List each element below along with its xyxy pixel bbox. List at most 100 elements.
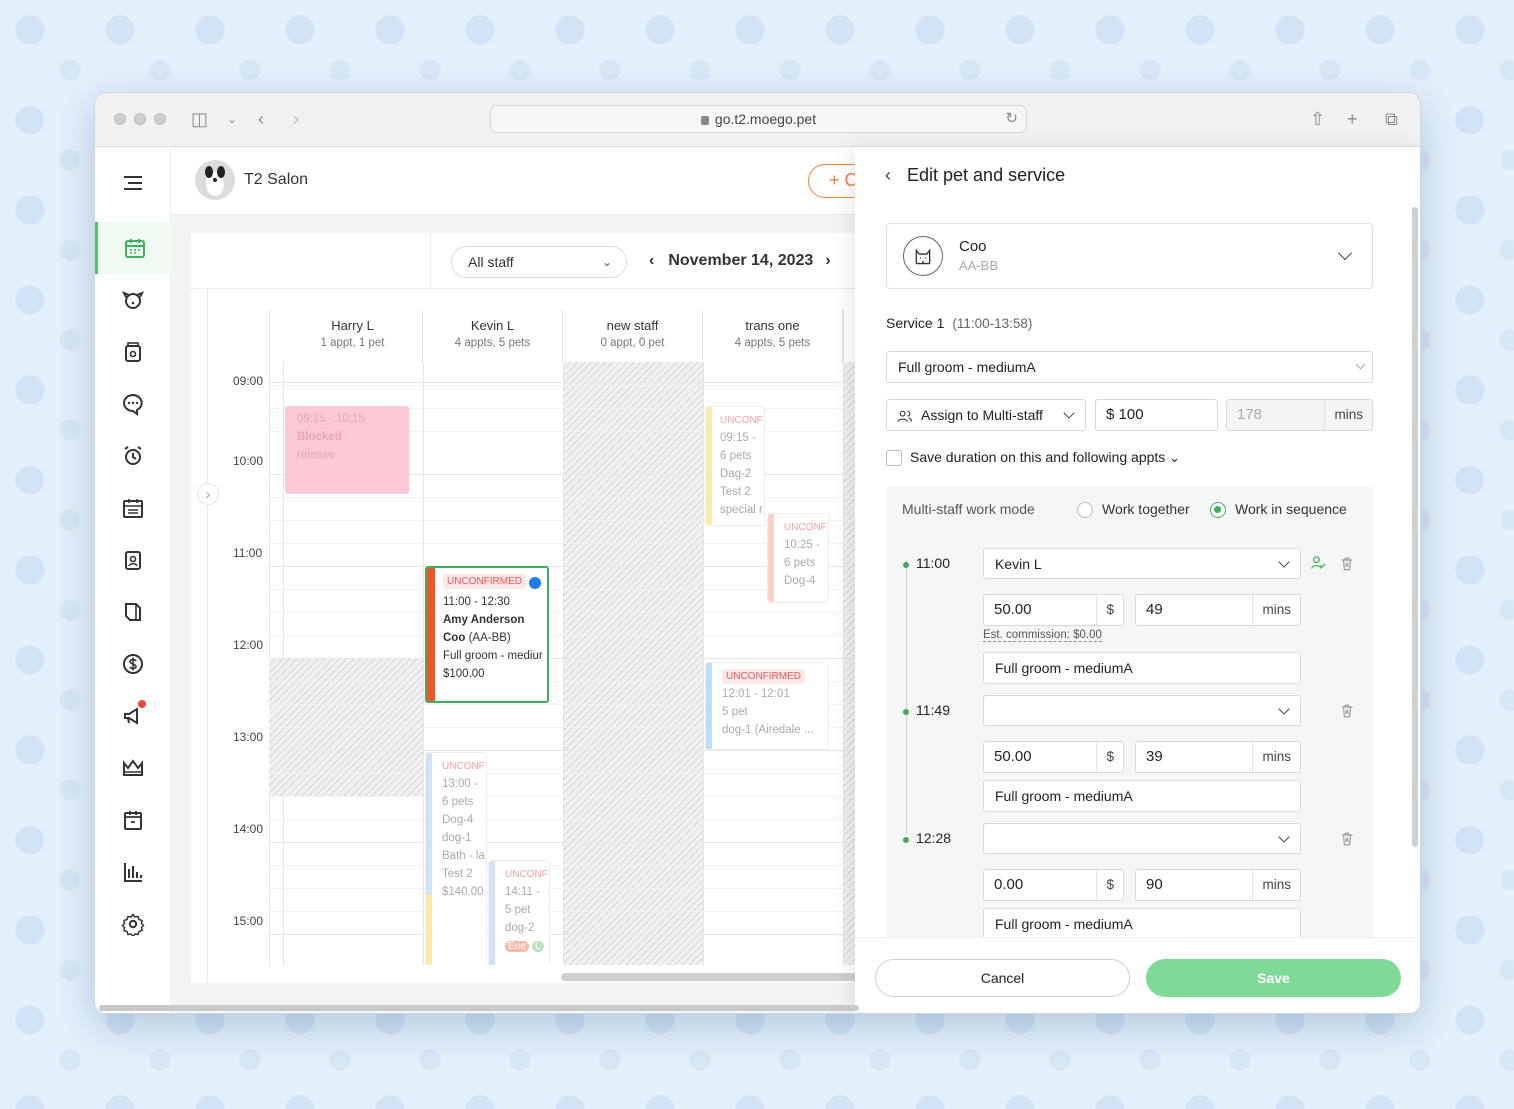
panel-scrollbar[interactable] bbox=[1412, 207, 1418, 847]
trash-icon[interactable] bbox=[1340, 831, 1354, 846]
staff-column-header[interactable]: Harry L 1 appt, 1 pet bbox=[283, 310, 423, 362]
appointment-card[interactable]: UNCONF 14:11 - 5 pet dog-2 Ene L bbox=[488, 860, 550, 965]
tabs-overview-icon[interactable]: ⧉ bbox=[1385, 109, 1398, 129]
duration-input[interactable]: 178 mins bbox=[1226, 399, 1373, 431]
work-in-sequence-label[interactable]: Work in sequence bbox=[1235, 501, 1347, 517]
current-date[interactable]: November 14, 2023 bbox=[668, 247, 813, 275]
trash-icon[interactable] bbox=[1340, 703, 1354, 718]
staff-filter-select[interactable]: All staff ⌄ bbox=[451, 246, 627, 278]
appt-time: 09:15 - bbox=[720, 432, 756, 444]
sidebar-toggle-icon[interactable]: ◫ bbox=[191, 109, 208, 129]
tag-chip: L bbox=[532, 941, 544, 952]
assign-multistaff-button[interactable]: Assign to Multi-staff bbox=[886, 399, 1086, 431]
save-button[interactable]: Save bbox=[1146, 959, 1401, 997]
sidebar-item-messages[interactable] bbox=[95, 378, 171, 430]
sidebar-item-products[interactable] bbox=[95, 326, 171, 378]
info-icon bbox=[529, 577, 541, 589]
chevron-down-icon bbox=[1278, 556, 1290, 568]
segment-service-input[interactable]: Full groom - mediumA bbox=[983, 908, 1301, 940]
segment-duration-input[interactable]: 90 mins bbox=[1135, 869, 1301, 901]
service-select[interactable]: Full groom - mediumA bbox=[886, 351, 1373, 383]
sidebar-item-clients[interactable] bbox=[95, 534, 171, 586]
menu-icon[interactable] bbox=[95, 157, 171, 209]
sidebar-item-calendar[interactable] bbox=[95, 222, 171, 274]
segment-duration-input[interactable]: 49 mins bbox=[1135, 594, 1301, 626]
price-input[interactable]: $ 100 bbox=[1095, 399, 1218, 431]
segment-price-input[interactable]: 0.00 $ bbox=[983, 869, 1124, 901]
chevron-down-icon[interactable]: ⌄ bbox=[227, 109, 237, 129]
expand-panel-icon[interactable]: › bbox=[197, 483, 219, 505]
staff-select-value: Kevin L bbox=[995, 556, 1042, 572]
segment-duration-input[interactable]: 39 mins bbox=[1135, 741, 1301, 773]
staff-summary: 4 appts, 5 pets bbox=[734, 337, 811, 349]
gear-icon bbox=[121, 913, 145, 936]
sidebar-item-settings[interactable] bbox=[95, 898, 171, 950]
minimize-window-button[interactable] bbox=[134, 113, 146, 125]
date-navigator: ‹ November 14, 2023 › bbox=[649, 247, 831, 275]
sidebar-item-membership[interactable] bbox=[95, 742, 171, 794]
pet-selector[interactable]: Coo AA-BB bbox=[886, 223, 1373, 289]
save-duration-label[interactable]: Save duration on this and following appt… bbox=[910, 449, 1180, 466]
share-icon[interactable]: ⇧ bbox=[1310, 109, 1325, 129]
est-commission[interactable]: Est. commission: $0.00 bbox=[983, 629, 1102, 642]
appointment-card[interactable]: UNCONF 13:00 - 6 pets Dog-4 dog-1 Bath -… bbox=[425, 752, 487, 965]
close-window-button[interactable] bbox=[114, 113, 126, 125]
salon-name[interactable]: T2 Salon bbox=[244, 171, 308, 189]
new-tab-icon[interactable]: + bbox=[1347, 109, 1358, 129]
appt-pets: 5 pet bbox=[722, 706, 748, 718]
save-duration-checkbox[interactable] bbox=[886, 450, 902, 466]
trash-icon[interactable] bbox=[1340, 556, 1354, 571]
salon-avatar[interactable] bbox=[195, 160, 235, 200]
staff-column-header[interactable]: trans one 4 appts, 5 pets bbox=[703, 310, 843, 362]
work-in-sequence-radio[interactable] bbox=[1210, 502, 1226, 518]
appointment-card[interactable]: UNCONF 10:25 - 6 pets Dog-4 bbox=[767, 513, 829, 603]
segment-duration-value: 39 bbox=[1146, 748, 1163, 765]
horizontal-scrollbar[interactable] bbox=[561, 973, 891, 981]
sidebar-item-campaigns[interactable] bbox=[95, 690, 171, 742]
sidebar-item-reminders[interactable] bbox=[95, 430, 171, 482]
sidebar-item-pets[interactable] bbox=[95, 274, 171, 326]
reload-icon[interactable]: ↻ bbox=[1005, 106, 1018, 132]
work-together-label[interactable]: Work together bbox=[1102, 501, 1190, 517]
segment-service-input[interactable]: Full groom - mediumA bbox=[983, 780, 1301, 812]
sidebar-item-payments[interactable] bbox=[95, 638, 171, 690]
selected-appointment-card[interactable]: UNCONFIRMED 11:00 - 12:30 Amy Anderson C… bbox=[425, 566, 549, 703]
status-badge: UNCONF bbox=[505, 869, 548, 880]
prev-day-icon[interactable]: ‹ bbox=[649, 247, 654, 275]
staff-name: new staff bbox=[606, 318, 659, 333]
cancel-button[interactable]: Cancel bbox=[875, 959, 1130, 997]
segment-price-value: 50.00 bbox=[994, 748, 1032, 765]
url-text: go.t2.moego.pet bbox=[714, 111, 817, 127]
zoom-window-button[interactable] bbox=[154, 113, 166, 125]
staff-select[interactable] bbox=[983, 695, 1301, 726]
staff-column-header[interactable]: Kevin L 4 appts, 5 pets bbox=[423, 310, 563, 362]
appointment-card[interactable]: UNCONFIRMED 12:01 - 12:01 5 pet dog-1 (A… bbox=[705, 662, 829, 750]
segment-price-input[interactable]: 50.00 $ bbox=[983, 594, 1124, 626]
blocked-time-card[interactable]: 09:15 - 10:15 Blocked release bbox=[285, 406, 409, 494]
appt-pet: dog-1 (Airedale ... bbox=[722, 724, 814, 736]
appointment-card[interactable]: UNCONF 09:15 - 6 pets Dag-2 Test 2 speci… bbox=[705, 406, 765, 526]
staff-select[interactable] bbox=[983, 823, 1301, 854]
back-icon[interactable]: ‹ bbox=[258, 109, 264, 129]
appt-price: $140.00 bbox=[442, 886, 484, 898]
sidebar-item-schedule[interactable] bbox=[95, 482, 171, 534]
forward-icon[interactable]: › bbox=[293, 109, 299, 129]
status-badge: UNCONFIRMED bbox=[443, 574, 526, 589]
sidebar-item-reports[interactable] bbox=[95, 846, 171, 898]
sidebar-item-marketing[interactable] bbox=[95, 586, 171, 638]
back-arrow-icon[interactable]: ‹ bbox=[885, 165, 891, 185]
sidebar-item-reports-calendar[interactable] bbox=[95, 794, 171, 846]
staff-select[interactable]: Kevin L bbox=[983, 548, 1301, 579]
appt-pet: dog-1 bbox=[442, 832, 472, 844]
staff-summary: 0 appt, 0 pet bbox=[600, 337, 665, 349]
work-together-radio[interactable] bbox=[1077, 502, 1093, 518]
segment-price-input[interactable]: 50.00 $ bbox=[983, 741, 1124, 773]
user-check-icon[interactable] bbox=[1310, 555, 1326, 571]
work-mode-label: Multi-staff work mode bbox=[902, 501, 1035, 517]
segment-service-input[interactable]: Full groom - mediumA bbox=[983, 652, 1301, 684]
staff-column-header[interactable]: new staff 0 appt, 0 pet bbox=[563, 310, 703, 362]
time-label: 10:00 bbox=[233, 454, 264, 468]
next-day-icon[interactable]: › bbox=[825, 247, 830, 275]
address-bar[interactable]: go.t2.moego.pet ↻ bbox=[490, 105, 1027, 133]
page-horizontal-scrollbar[interactable] bbox=[99, 1005, 859, 1011]
